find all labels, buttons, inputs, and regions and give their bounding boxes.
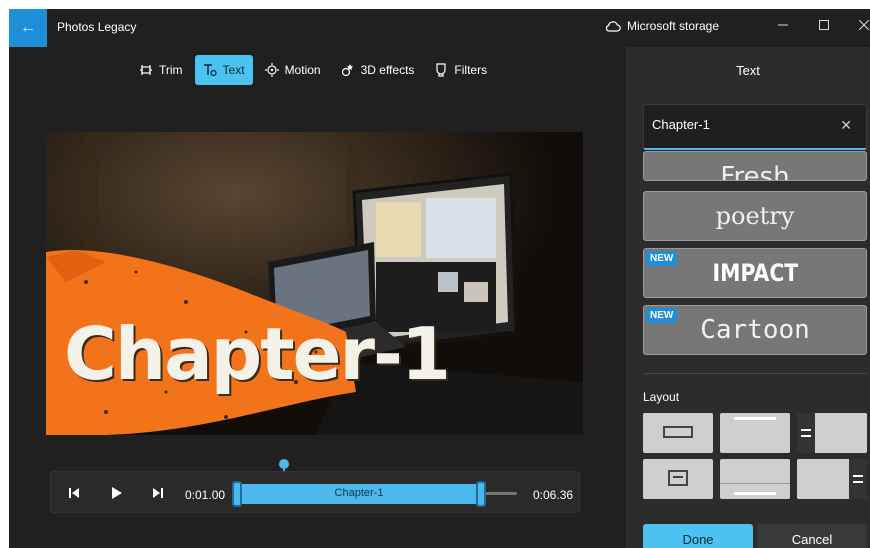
- text-tab[interactable]: Text: [194, 55, 253, 85]
- panel-title: Text: [736, 63, 760, 78]
- new-badge: NEW: [646, 308, 678, 323]
- text-icon: [203, 64, 217, 77]
- style-fresh[interactable]: Fresh: [643, 151, 867, 181]
- layout-bottom-icon: [734, 492, 776, 495]
- layout-right-button[interactable]: [797, 459, 867, 499]
- layout-right-line: [853, 481, 863, 483]
- filters-icon: [436, 63, 447, 77]
- style-poetry[interactable]: poetry: [643, 191, 867, 241]
- layout-left-line: [801, 429, 811, 431]
- style-impact-label: IMPACT: [712, 259, 798, 287]
- new-badge: NEW: [646, 251, 678, 266]
- play-button[interactable]: [107, 484, 125, 502]
- cloud-icon: [605, 21, 621, 32]
- motion-label: Motion: [284, 63, 321, 77]
- style-cartoon-label: Cartoon: [700, 315, 810, 345]
- done-button[interactable]: Done: [643, 524, 753, 548]
- video-preview[interactable]: Chapter-1: [46, 132, 583, 435]
- text-field[interactable]: ✕: [643, 104, 867, 150]
- storage-status[interactable]: Microsoft storage: [605, 19, 719, 33]
- layout-top-icon: [734, 417, 776, 420]
- minimize-button[interactable]: [771, 13, 795, 37]
- layout-left-icon: [797, 413, 815, 453]
- 3d-effects-tab[interactable]: 3D effects: [333, 55, 423, 85]
- layout-boxed-icon: [668, 470, 688, 486]
- trim-label: Trim: [159, 63, 183, 77]
- filters-tab[interactable]: Filters: [426, 55, 495, 85]
- trim-tab[interactable]: Trim: [131, 55, 191, 85]
- layout-left-line: [801, 435, 811, 437]
- edit-toolbar: Trim Text Motion 3D effects Filters: [131, 55, 495, 85]
- storage-label: Microsoft storage: [627, 19, 720, 33]
- panel-divider: [643, 373, 867, 374]
- preview-overlay-text: Chapter-1: [64, 312, 451, 396]
- app-window: ← Photos Legacy Microsoft storage Trim T…: [9, 9, 870, 548]
- close-button[interactable]: [852, 13, 870, 37]
- timeline-bar: 0:01.00 Chapter-1 0:06.36: [50, 471, 580, 513]
- current-time: 0:01.00: [185, 488, 226, 502]
- cancel-button[interactable]: Cancel: [757, 524, 867, 548]
- filters-label: Filters: [454, 63, 488, 77]
- style-impact[interactable]: NEW IMPACT: [643, 248, 867, 298]
- layout-right-icon: [849, 459, 867, 499]
- layout-bottom-button[interactable]: [720, 459, 790, 499]
- layout-center-icon: [663, 426, 693, 438]
- layout-label: Layout: [643, 390, 680, 404]
- text-input[interactable]: [652, 117, 832, 132]
- close-icon: [859, 20, 869, 30]
- playhead-handle[interactable]: [279, 459, 289, 469]
- trim-icon: [140, 65, 152, 75]
- motion-icon: [264, 63, 279, 77]
- clip-label: Chapter-1: [334, 487, 384, 499]
- arrow-left-icon: ←: [20, 19, 36, 36]
- layout-boxed-line: [673, 476, 683, 478]
- text-label: Text: [222, 63, 245, 77]
- maximize-button[interactable]: [812, 13, 836, 37]
- style-poetry-label: poetry: [715, 202, 795, 230]
- text-panel: Text ✕ Fresh poetry NEW IMPACT NEW Carto…: [626, 47, 870, 548]
- minimize-icon: [778, 24, 788, 26]
- 3d-effects-icon: [341, 64, 353, 77]
- close-icon: ✕: [840, 117, 852, 133]
- range-end-handle[interactable]: [476, 481, 486, 507]
- app-title: Photos Legacy: [57, 20, 137, 34]
- play-icon: [112, 487, 122, 499]
- maximize-icon: [819, 20, 829, 30]
- end-time: 0:06.36: [533, 488, 574, 502]
- layout-left-button[interactable]: [797, 413, 867, 453]
- range-start-handle[interactable]: [232, 481, 242, 507]
- 3d-effects-label: 3D effects: [360, 63, 415, 77]
- layout-boxed-button[interactable]: [643, 459, 713, 499]
- next-frame-button[interactable]: [149, 484, 167, 502]
- motion-tab[interactable]: Motion: [257, 55, 329, 85]
- back-button[interactable]: ←: [9, 9, 47, 47]
- layout-center-button[interactable]: [643, 413, 713, 453]
- style-cartoon[interactable]: NEW Cartoon: [643, 305, 867, 355]
- step-back-icon: [69, 488, 79, 498]
- layout-top-button[interactable]: [720, 413, 790, 453]
- style-fresh-label: Fresh: [720, 162, 790, 181]
- step-forward-icon: [153, 488, 163, 498]
- previous-frame-button[interactable]: [65, 484, 83, 502]
- layout-right-line: [853, 475, 863, 477]
- layout-bottom-divider: [720, 483, 790, 484]
- clear-text-button[interactable]: ✕: [840, 117, 852, 134]
